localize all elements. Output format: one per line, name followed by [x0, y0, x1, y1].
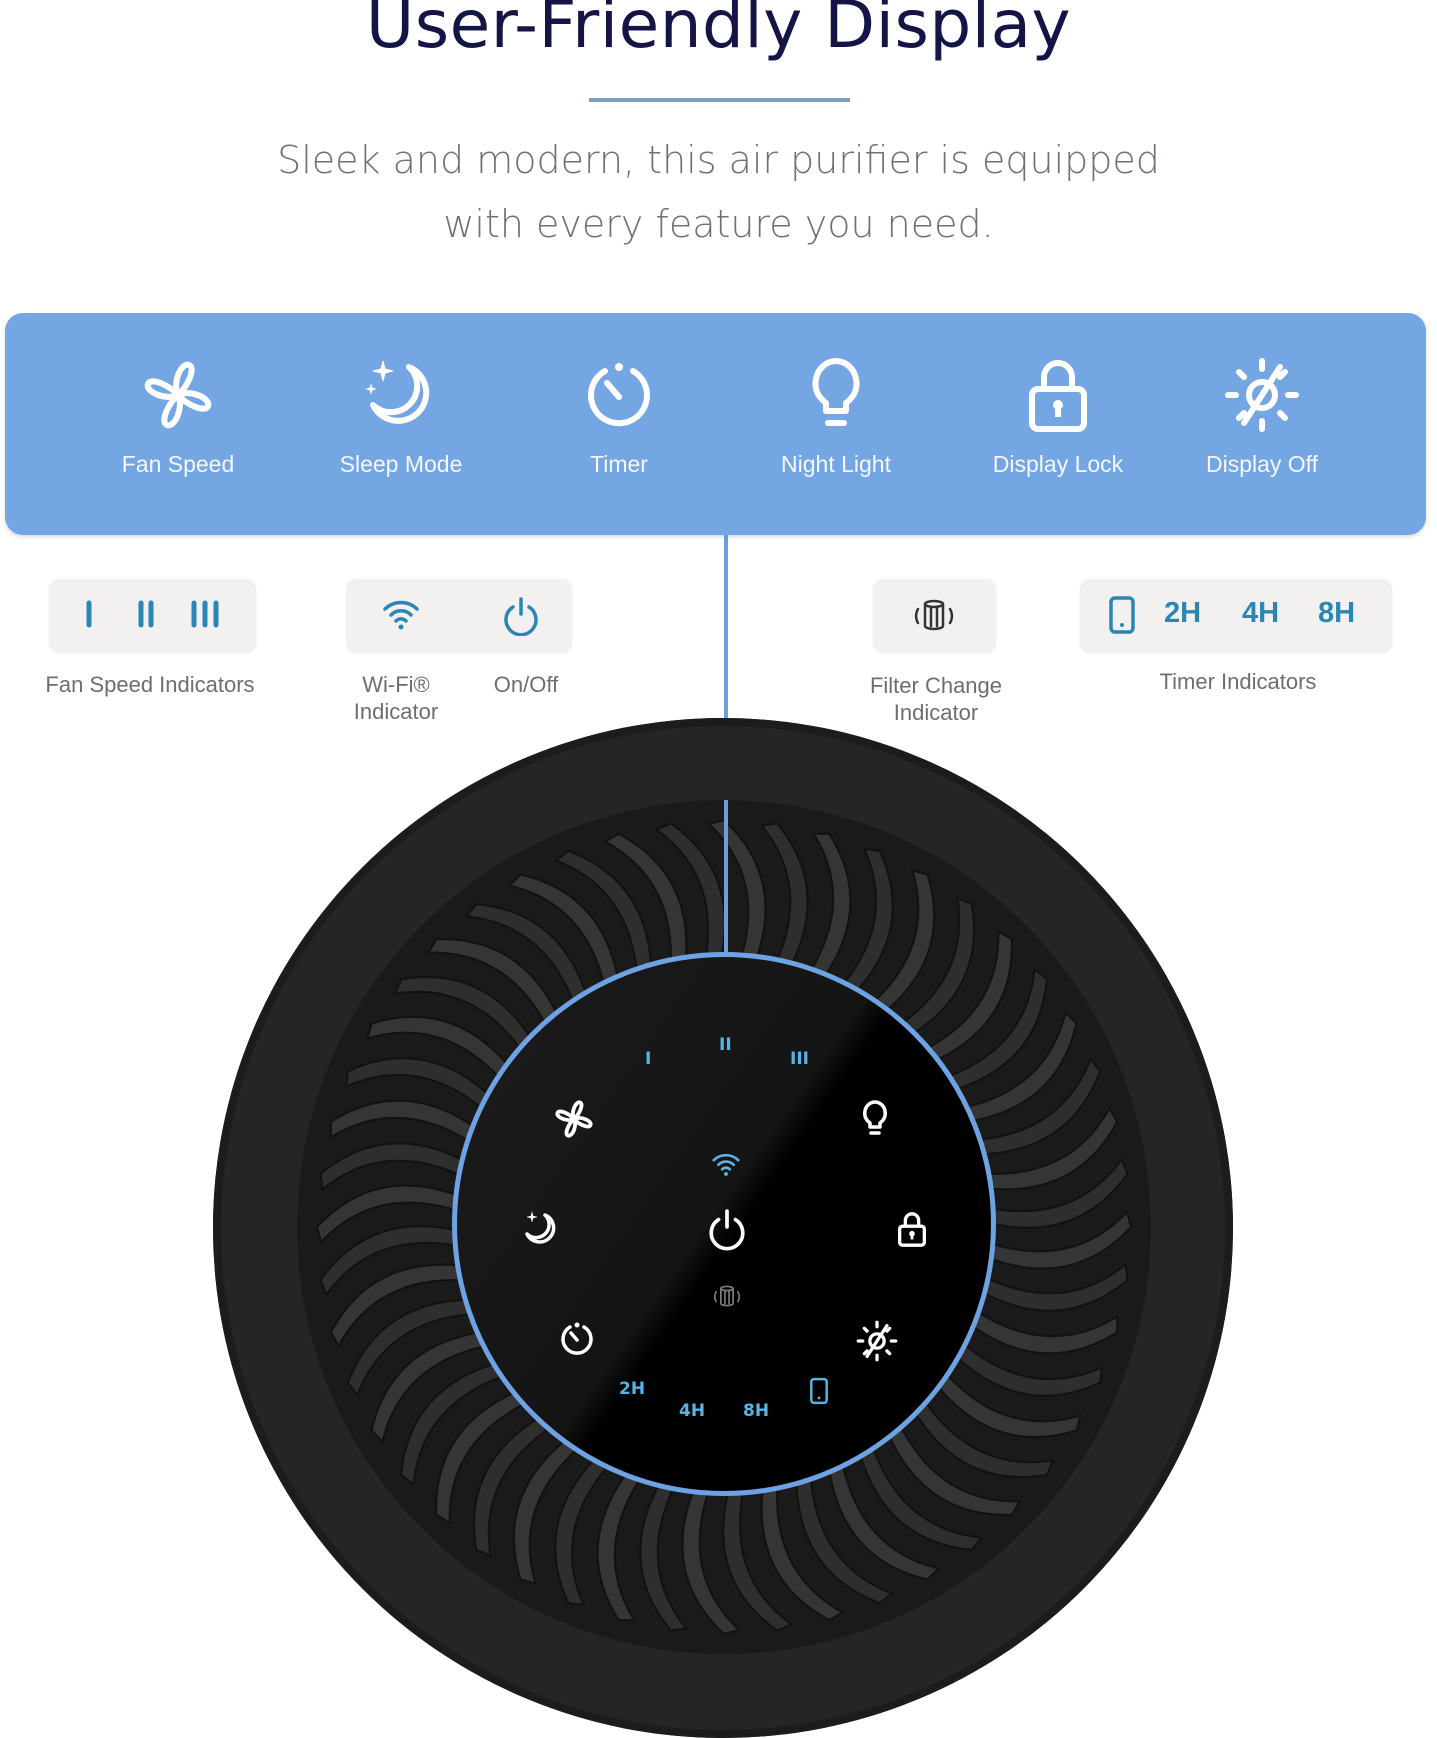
- panel-display-off-button[interactable]: [855, 1319, 899, 1363]
- timer-indicators-label: Timer Indicators: [1159, 669, 1317, 694]
- wifi-label-line-2: Indicator: [353, 699, 439, 724]
- filter-change-label: Filter Change Indicator: [840, 672, 1032, 726]
- timer-2h: 2H: [1164, 597, 1202, 629]
- control-panel: I II III 2H 4H 8H: [452, 952, 996, 1496]
- feature-label: Display Off: [1205, 451, 1319, 477]
- fan-icon: [144, 361, 212, 429]
- filter-indicator-box: [873, 579, 996, 652]
- power-icon: [504, 597, 538, 636]
- fan-speed-indicator-box: [49, 579, 256, 652]
- panel-speed-2: II: [719, 1035, 732, 1055]
- panel-sleep-button[interactable]: [521, 1209, 561, 1249]
- wifi-power-indicator-box: [346, 579, 572, 652]
- fan-speed-level-icons: [86, 600, 219, 628]
- subtitle: Sleek and modern, this air purifier is e…: [0, 128, 1437, 256]
- panel-timer-4h: 4H: [679, 1401, 706, 1421]
- panel-speed-3: III: [790, 1049, 809, 1069]
- timer-8h: 8H: [1318, 597, 1356, 629]
- fan-speed-indicators-label: Fan Speed Indicators: [45, 672, 255, 697]
- timer-4h: 4H: [1242, 597, 1280, 629]
- title-divider: [589, 98, 850, 102]
- display-off-icon: [1225, 358, 1299, 432]
- panel-timer-8h: 8H: [743, 1401, 770, 1421]
- wifi-label-line-1: Wi-Fi®: [362, 672, 430, 697]
- panel-night-light-button[interactable]: [855, 1097, 895, 1141]
- panel-wifi-icon: [712, 1153, 740, 1176]
- feature-bar: Fan Speed Sleep Mode Timer Night Light D…: [5, 313, 1426, 535]
- wifi-icon: [383, 600, 419, 630]
- timer-icon: [588, 363, 650, 427]
- moon-stars-icon: [365, 360, 430, 424]
- panel-fan-button[interactable]: [552, 1097, 596, 1141]
- panel-timer-button[interactable]: [557, 1319, 597, 1359]
- wifi-indicator-label: Wi-Fi® Indicator: [330, 671, 462, 725]
- subtitle-line-1: Sleek and modern, this air purifier is e…: [277, 138, 1160, 182]
- panel-speed-1: I: [645, 1049, 652, 1069]
- lock-icon: [1029, 360, 1087, 432]
- filter-label-line-2: Indicator: [893, 700, 979, 725]
- page-title: User-Friendly Display: [365, 0, 1072, 63]
- filter-label-line-1: Filter Change: [869, 673, 1003, 698]
- feature-label: Sleep Mode: [339, 451, 463, 477]
- lightbulb-icon: [812, 358, 860, 426]
- panel-filter-icon: [713, 1285, 741, 1307]
- connector-line-lower: [724, 800, 728, 955]
- panel-phone-icon: [810, 1377, 828, 1405]
- panel-timer-2h: 2H: [619, 1379, 646, 1399]
- timer-indicator-box: 2H 4H 8H: [1080, 579, 1392, 652]
- feature-label: Display Lock: [992, 451, 1124, 477]
- feature-label: Timer: [590, 451, 648, 477]
- phone-icon: [1109, 596, 1135, 634]
- feature-label: Fan Speed: [121, 451, 235, 477]
- feature-label: Night Light: [781, 451, 891, 477]
- panel-power-button[interactable]: [707, 1207, 747, 1251]
- filter-change-icon: [914, 599, 954, 631]
- panel-lock-button[interactable]: [893, 1209, 931, 1249]
- subtitle-line-2: with every feature you need.: [443, 202, 994, 246]
- on-off-label: On/Off: [493, 672, 559, 697]
